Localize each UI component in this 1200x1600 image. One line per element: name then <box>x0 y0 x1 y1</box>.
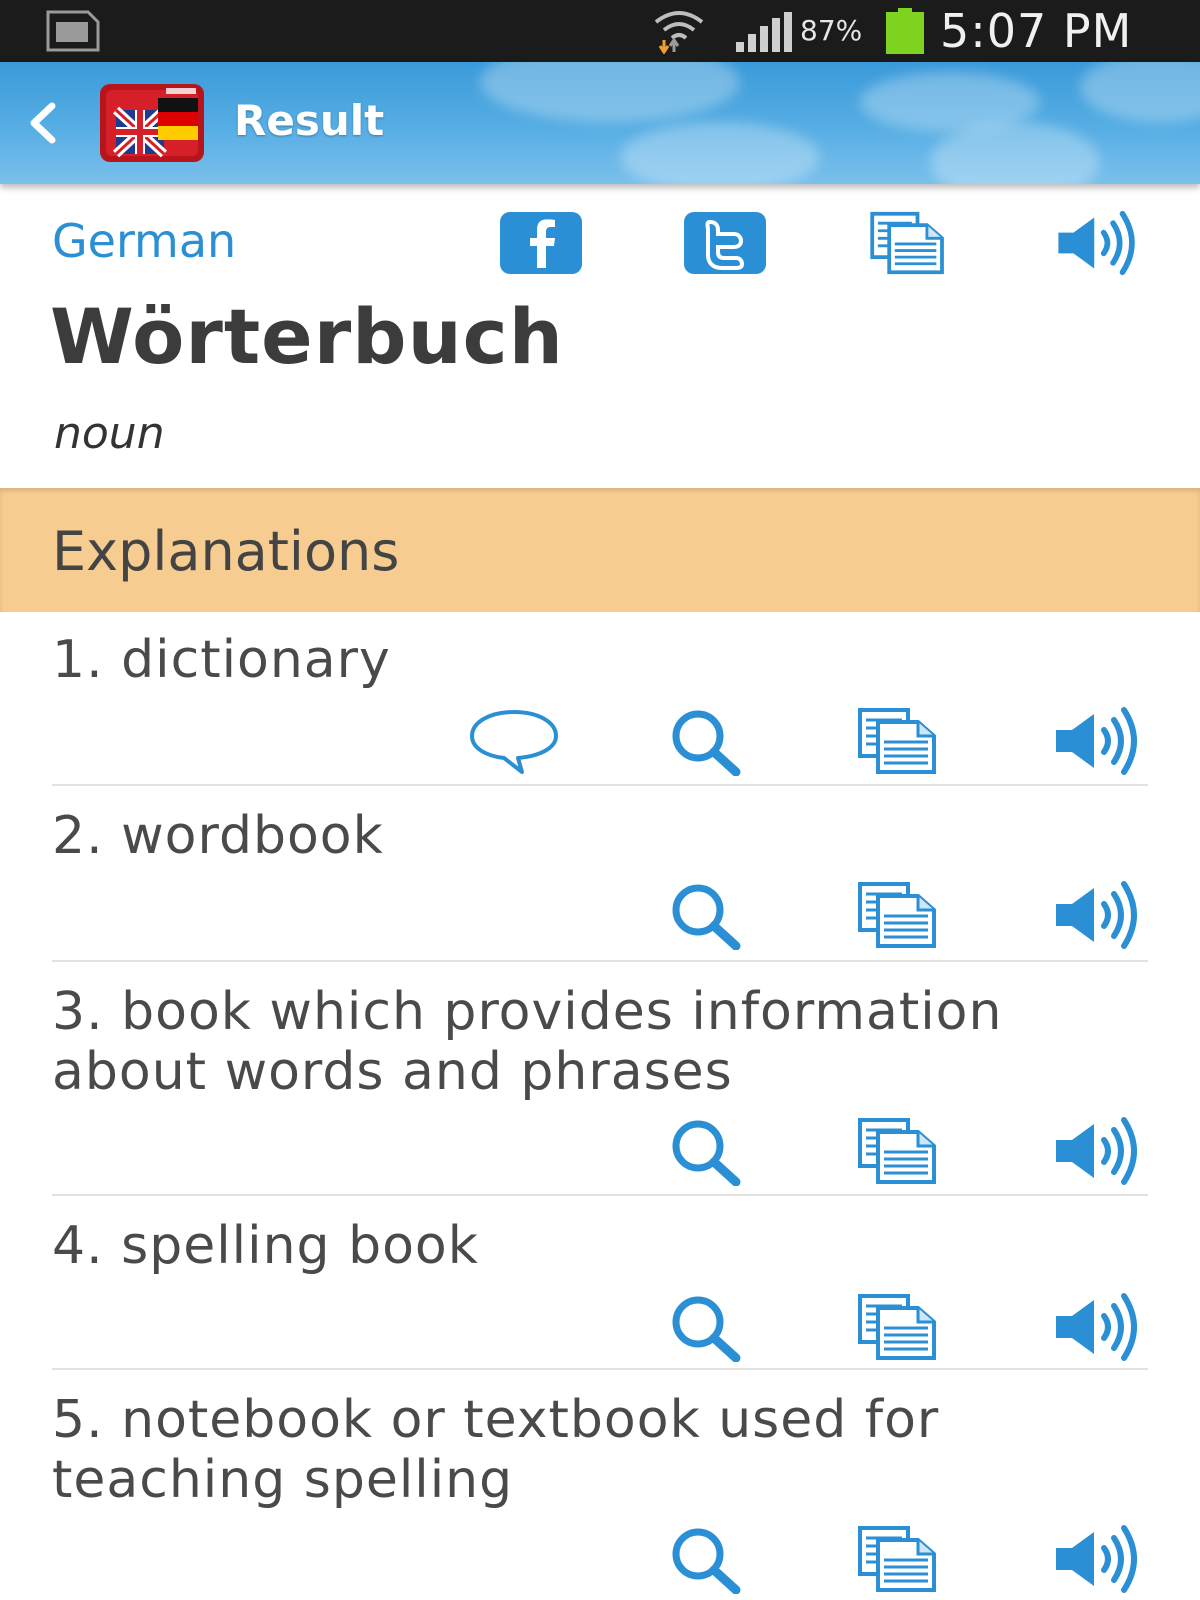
speaker-icon[interactable] <box>1050 880 1146 950</box>
page-title: Result <box>234 96 385 145</box>
signal-icon <box>736 12 792 52</box>
headword: Wörterbuch <box>50 292 564 381</box>
status-bar: 87% 5:07 PM <box>0 0 1200 62</box>
copy-icon[interactable] <box>856 1116 942 1186</box>
speaker-icon[interactable] <box>1050 706 1146 776</box>
battery-percent: 87% <box>800 14 863 47</box>
language-label: German <box>52 214 237 268</box>
search-icon[interactable] <box>664 1524 748 1594</box>
explanation-text[interactable]: 4. spelling book <box>52 1216 1162 1276</box>
entry-actions <box>0 880 1200 950</box>
speaker-icon[interactable] <box>1050 1524 1146 1594</box>
explanation-text[interactable]: 2. wordbook <box>52 806 1162 866</box>
copy-icon[interactable] <box>856 1524 942 1594</box>
entry-actions <box>0 1116 1200 1186</box>
divider <box>52 960 1148 962</box>
search-icon[interactable] <box>664 706 748 776</box>
copy-icon[interactable] <box>866 210 952 276</box>
speaker-icon[interactable] <box>1050 1292 1146 1362</box>
divider <box>52 1368 1148 1370</box>
explanation-text[interactable]: 3. book which provides information about… <box>52 982 1162 1102</box>
sim-card-icon <box>46 10 100 52</box>
battery-icon <box>886 8 924 54</box>
part-of-speech: noun <box>54 408 165 459</box>
action-bar: Result <box>0 62 1200 184</box>
speaker-icon[interactable] <box>1050 210 1146 276</box>
divider <box>52 784 1148 786</box>
search-icon[interactable] <box>664 880 748 950</box>
facebook-icon[interactable] <box>498 210 584 276</box>
entry-actions <box>0 706 1200 776</box>
explanation-text[interactable]: 5. notebook or textbook used for teachin… <box>52 1390 1162 1510</box>
copy-icon[interactable] <box>856 706 942 776</box>
back-icon[interactable] <box>22 98 62 148</box>
entry-actions <box>0 1292 1200 1362</box>
copy-icon[interactable] <box>856 880 942 950</box>
section-header: Explanations <box>0 488 1200 612</box>
clock: 5:07 PM <box>940 4 1133 58</box>
chat-icon[interactable] <box>466 706 562 776</box>
divider <box>52 1194 1148 1196</box>
explanation-text[interactable]: 1. dictionary <box>52 630 1162 690</box>
search-icon[interactable] <box>664 1292 748 1362</box>
section-title: Explanations <box>52 520 400 583</box>
speaker-icon[interactable] <box>1050 1116 1146 1186</box>
app-logo-icon <box>100 84 204 162</box>
wifi-icon <box>654 11 704 54</box>
twitter-icon[interactable] <box>682 210 768 276</box>
entry-actions <box>0 1524 1200 1594</box>
copy-icon[interactable] <box>856 1292 942 1362</box>
search-icon[interactable] <box>664 1116 748 1186</box>
